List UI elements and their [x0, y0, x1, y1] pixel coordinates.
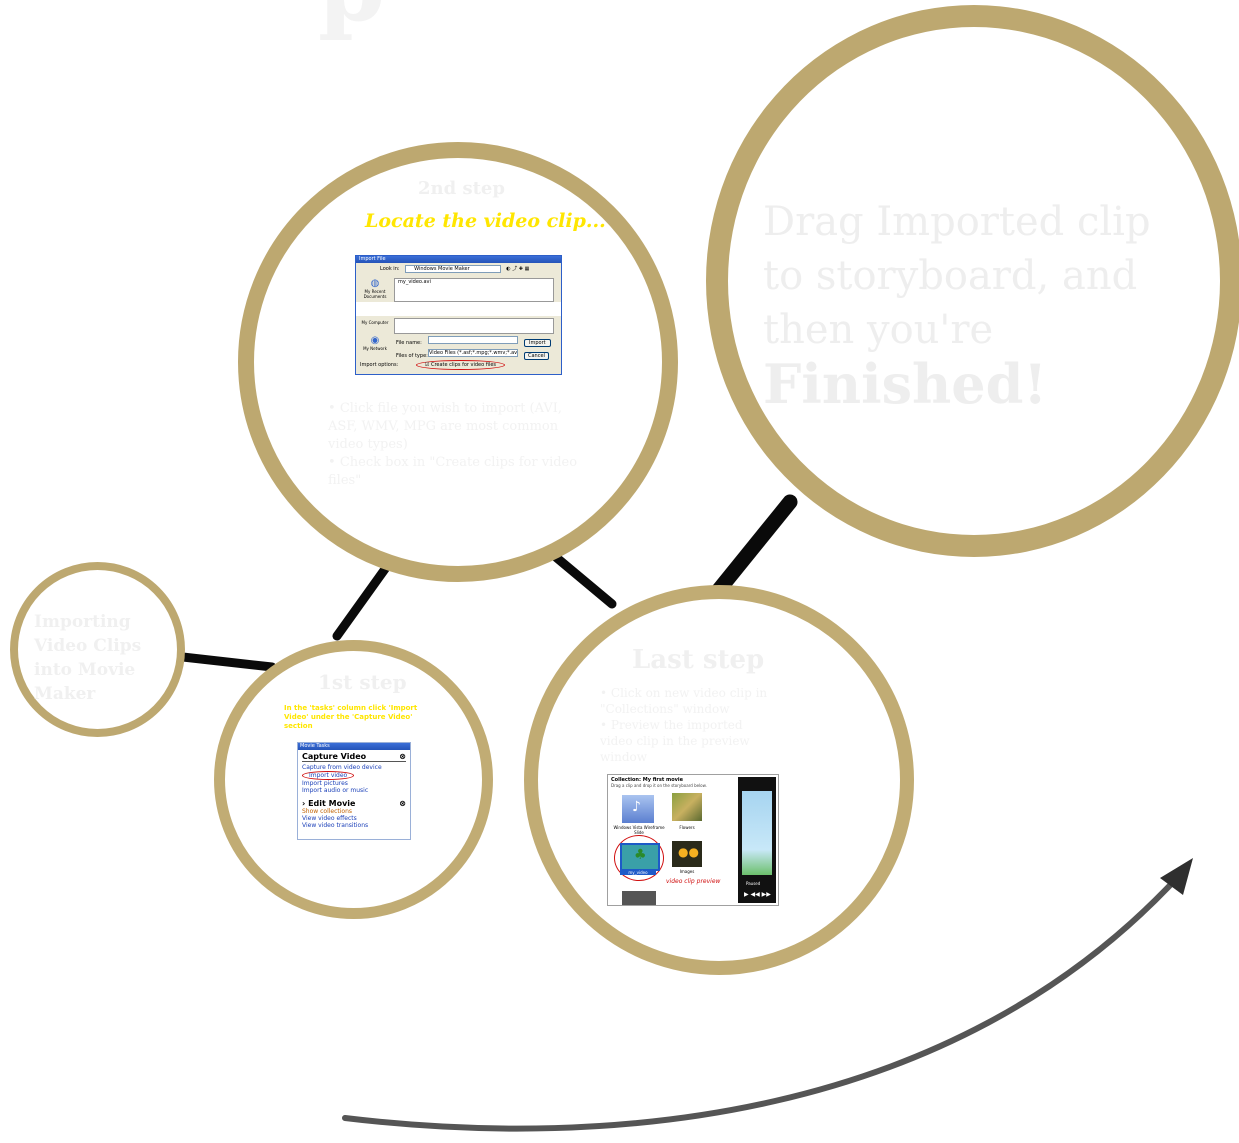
final-instruction: Drag Imported clip to storyboard, and th…: [763, 199, 1151, 353]
clip-thumb[interactable]: ●●: [672, 841, 702, 867]
file-name-input[interactable]: [428, 336, 518, 344]
files-type-label: Files of type:: [396, 353, 428, 359]
file-name-label: File name:: [396, 340, 422, 346]
file-list[interactable]: my_video.avi: [394, 278, 554, 302]
collapse-icon[interactable]: ⊗: [399, 752, 406, 761]
clip-thumb[interactable]: ♪: [622, 795, 654, 823]
last-step-bullet: • Preview the imported video clip in the…: [600, 718, 750, 764]
task-link[interactable]: Capture from video device: [302, 764, 406, 771]
collections-window: Collection: My first movie Drag a clip a…: [607, 774, 779, 906]
toolbar-icons[interactable]: ◐ ⤴ ✚ ▦: [506, 266, 529, 272]
look-in-label: Look in:: [380, 266, 400, 272]
task-link[interactable]: View video transitions: [302, 822, 406, 829]
preview-monitor: Paused ▶ ◀◀ ▶▶: [738, 777, 776, 903]
annotation-text: video clip preview: [666, 878, 721, 885]
sidebar-computer[interactable]: My Computer: [358, 320, 392, 325]
expand-icon[interactable]: ⊗: [399, 799, 406, 808]
sidebar-network[interactable]: My Network: [358, 346, 392, 351]
final-text: Drag Imported clip to storyboard, and th…: [763, 195, 1193, 417]
play-icon[interactable]: ▶ ◀◀ ▶▶: [744, 891, 771, 898]
clip-label-selected[interactable]: my_video: [620, 870, 656, 875]
import-options-label: Import options:: [360, 362, 399, 368]
clip-thumb[interactable]: [672, 793, 702, 821]
edit-movie-section[interactable]: › Edit Movie ⊗: [302, 799, 406, 808]
file-entry[interactable]: my_video.avi: [395, 279, 431, 285]
connector-step2-step1: [332, 557, 395, 641]
sidebar-recent[interactable]: My Recent Documents: [358, 289, 392, 299]
tree-icon: ♣: [634, 847, 647, 863]
clip-thumb-selected[interactable]: ♣: [620, 843, 660, 871]
task-link[interactable]: View video effects: [302, 815, 406, 822]
task-link[interactable]: Import pictures: [302, 780, 406, 787]
last-step-bullets: • Click on new video clip in "Collection…: [600, 685, 775, 765]
import-button[interactable]: Import: [524, 339, 551, 347]
bullet-icon: ›: [302, 799, 306, 808]
last-step-heading: Last step: [632, 645, 765, 675]
step1-instruction: In the 'tasks' column click 'Import Vide…: [284, 704, 418, 730]
file-list-lower: [394, 318, 554, 334]
recent-documents-icon[interactable]: ◍: [358, 278, 392, 289]
checkbox-icon[interactable]: ☑: [425, 362, 429, 368]
cancel-button[interactable]: Cancel: [524, 352, 549, 360]
step2-bullet: • Check box in "Create clips for video f…: [328, 455, 578, 488]
clip-thumb[interactable]: [622, 891, 656, 905]
dialog-title: Import File: [356, 256, 561, 263]
capture-video-section[interactable]: Capture Video ⊗: [302, 752, 406, 762]
preview-status: Paused: [746, 881, 761, 886]
preview-screen: [742, 791, 772, 875]
clip-label: Flowers: [679, 825, 695, 830]
import-file-dialog: Import File Look in: Windows Movie Maker…: [355, 255, 562, 375]
movie-tasks-title: Movie Tasks: [298, 743, 410, 750]
step2-heading: 2nd step: [418, 178, 505, 199]
clip-label: Windows Vista Wireframe Slide: [613, 825, 665, 835]
final-emphasis: Finished!: [763, 352, 1048, 416]
look-in-select[interactable]: Windows Movie Maker: [405, 265, 501, 273]
movie-tasks-panel: Movie Tasks Capture Video ⊗ Capture from…: [297, 742, 411, 840]
step1-heading: 1st step: [318, 670, 407, 694]
create-clips-checkbox[interactable]: ☑ Create clips for video files: [415, 360, 505, 370]
torn-edge: [356, 302, 561, 316]
task-link[interactable]: Show collections: [302, 808, 406, 815]
files-type-select[interactable]: Video Files (*.asf;*.mpg;*.wmv;*.avi): [428, 349, 518, 357]
network-icon[interactable]: ◉: [358, 335, 392, 346]
music-note-icon: ♪: [632, 799, 641, 815]
step2-bullet: • Click file you wish to import (AVI, AS…: [328, 401, 563, 452]
intro-title: Importing Video Clips into Movie Maker: [34, 612, 142, 704]
clip-label: Images: [679, 869, 695, 874]
import-video-link[interactable]: Import video: [302, 771, 355, 780]
last-step-bullet: • Click on new video clip in "Collection…: [600, 686, 768, 716]
task-link[interactable]: Import audio or music: [302, 787, 406, 794]
oranges-icon: ●●: [678, 845, 699, 859]
step2-subtitle: Locate the video clip...: [365, 210, 606, 232]
step2-bullets: • Click file you wish to import (AVI, AS…: [328, 400, 593, 490]
